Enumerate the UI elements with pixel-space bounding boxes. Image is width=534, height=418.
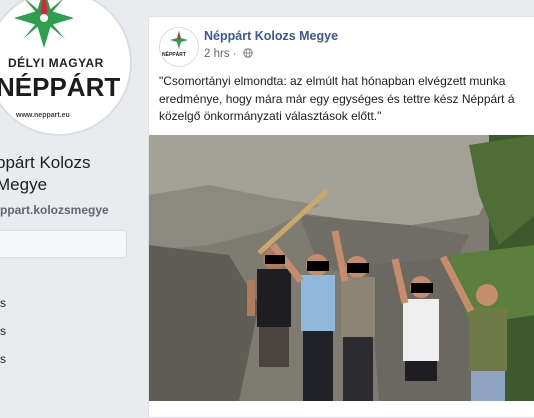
page-profile-picture[interactable]: DÉLYI MAGYAR NÉPPÁRT www.neppart.eu: [0, 0, 132, 136]
post-photo[interactable]: [149, 135, 534, 401]
post-author-name[interactable]: Néppárt Kolozs Megye: [204, 29, 338, 43]
page-username[interactable]: ppart.kolozsmegye: [0, 203, 109, 217]
post-meta: 2 hrs ·: [204, 48, 253, 60]
feed-post: NÉPPÁRT Néppárt Kolozs Megye 2 hrs · "Cs…: [148, 16, 534, 418]
sidebar-nav-item[interactable]: s: [0, 352, 100, 366]
logo-url: www.neppart.eu: [16, 112, 70, 119]
sidebar-nav-item[interactable]: s: [0, 296, 100, 310]
sidebar-nav-item[interactable]: s: [0, 324, 100, 338]
avatar-logo-text: NÉPPÁRT: [162, 52, 186, 58]
globe-icon[interactable]: [243, 48, 253, 58]
party-logo-icon: [170, 31, 188, 49]
post-message: "Csomortányi elmondta: az elmúlt hat hón…: [159, 74, 515, 123]
post-author-avatar[interactable]: NÉPPÁRT: [159, 27, 199, 67]
photo-image: [149, 135, 534, 401]
post-timestamp[interactable]: 2 hrs: [204, 48, 230, 60]
sidebar-action-button[interactable]: [0, 230, 127, 258]
page-sidebar: DÉLYI MAGYAR NÉPPÁRT www.neppart.eu ppár…: [0, 0, 136, 400]
page-title[interactable]: ppárt Kolozs Megye: [0, 152, 136, 196]
logo-text-main: NÉPPÁRT: [0, 72, 121, 102]
meta-separator: ·: [229, 48, 240, 60]
logo-text-top: DÉLYI MAGYAR: [8, 56, 104, 70]
